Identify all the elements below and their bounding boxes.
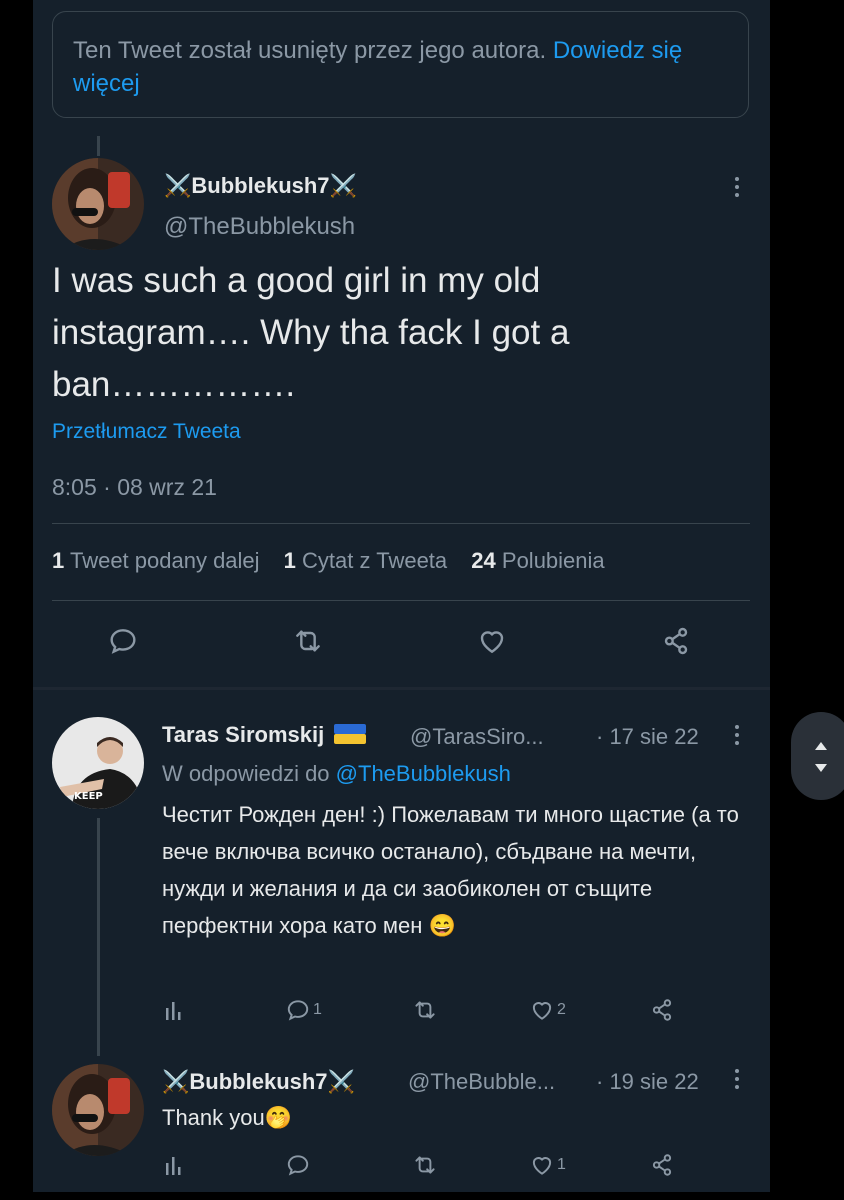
retweet-button[interactable]	[290, 625, 326, 662]
replying-to: W odpowiedzi do @TheBubblekush	[162, 761, 511, 786]
avatar[interactable]: KEEP	[52, 717, 144, 809]
divider	[52, 523, 750, 524]
ukraine-flag-icon	[334, 724, 367, 744]
grinning-emoji: 😄	[428, 913, 456, 938]
share-icon	[664, 627, 688, 655]
share-icon	[652, 1154, 672, 1176]
tweet-thread-screen: Ten Tweet został usunięty przez jego aut…	[33, 0, 770, 1192]
crossed-swords-icon: ⚔️	[327, 1069, 355, 1094]
share-button[interactable]	[660, 625, 692, 662]
heart-icon	[480, 631, 504, 654]
reply-button[interactable]: 1	[285, 997, 322, 1023]
reply-time[interactable]: · 19 sie 22	[596, 1069, 699, 1095]
retweet-button[interactable]	[411, 1152, 439, 1178]
share-button[interactable]	[649, 997, 675, 1023]
analytics-icon	[166, 1002, 181, 1020]
crossed-swords-icon: ⚔️	[164, 173, 192, 198]
likes-stat[interactable]: 24 Polubienia	[471, 548, 604, 573]
avatar[interactable]	[52, 158, 144, 250]
share-button[interactable]	[649, 1152, 675, 1178]
svg-text:KEEP: KEEP	[74, 791, 103, 802]
reply-text: Честит Рожден ден! :) Пожелавам ти много…	[162, 802, 739, 938]
reply-icon	[110, 629, 136, 654]
heart-icon	[532, 1002, 552, 1020]
reply-button[interactable]	[107, 625, 139, 662]
more-options-icon[interactable]	[734, 1069, 740, 1091]
analytics-button[interactable]	[164, 1153, 186, 1177]
reply-author-name[interactable]: ⚔️Bubblekush7⚔️	[162, 1069, 355, 1095]
deleted-notice-text: Ten Tweet został usunięty przez jego aut…	[73, 37, 547, 64]
replying-to-handle-link[interactable]: @TheBubblekush	[336, 761, 511, 786]
reply-author-handle[interactable]: @TarasSiro...	[410, 724, 544, 750]
scroll-down-icon	[815, 764, 827, 772]
translate-tweet-link[interactable]: Przetłumacz Tweeta	[52, 420, 241, 444]
retweet-icon	[415, 1001, 435, 1019]
like-button[interactable]: 2	[529, 997, 566, 1023]
share-icon	[652, 999, 672, 1021]
thread-connector	[97, 818, 100, 1056]
reply-button[interactable]	[285, 1152, 313, 1178]
avatar[interactable]	[52, 1064, 144, 1156]
author-handle[interactable]: @TheBubblekush	[164, 213, 355, 241]
reply-icon	[287, 1000, 309, 1021]
deleted-tweet-notice: Ten Tweet został usunięty przez jego aut…	[52, 11, 749, 118]
more-options-icon[interactable]	[734, 177, 740, 199]
divider	[52, 600, 750, 601]
quotes-stat[interactable]: 1 Cytat z Tweeta	[284, 548, 447, 573]
reply-text: Thank you🤭	[162, 1105, 293, 1130]
reply-count: 1	[313, 1001, 322, 1018]
thread-connector	[97, 136, 100, 156]
retweets-stat[interactable]: 1 Tweet podany dalej	[52, 548, 260, 573]
author-name[interactable]: ⚔️Bubblekush7⚔️	[164, 173, 357, 199]
scroll-up-icon	[815, 742, 827, 750]
section-separator	[33, 687, 770, 690]
hand-over-mouth-emoji: 🤭	[264, 1105, 293, 1130]
reply-icon	[287, 1155, 309, 1176]
like-count: 2	[557, 1001, 566, 1018]
tweet-timestamp[interactable]: 8:05 · 08 wrz 21	[52, 474, 217, 501]
tweet-text: I was such a good girl in my old instagr…	[52, 261, 570, 404]
like-button[interactable]: 1	[529, 1152, 566, 1178]
retweet-button[interactable]	[411, 997, 439, 1023]
scroll-control[interactable]	[791, 712, 844, 800]
like-button[interactable]	[475, 625, 509, 662]
heart-icon	[532, 1157, 552, 1175]
like-count: 1	[557, 1156, 566, 1173]
crossed-swords-icon: ⚔️	[329, 173, 357, 198]
analytics-icon	[166, 1157, 181, 1175]
reply-author-handle[interactable]: @TheBubble...	[408, 1069, 555, 1095]
analytics-button[interactable]	[164, 998, 186, 1022]
reply-author-name[interactable]: Taras Siromskij	[162, 722, 367, 748]
retweet-icon	[415, 1156, 435, 1174]
reply-time[interactable]: · 17 sie 22	[596, 724, 699, 750]
crossed-swords-icon: ⚔️	[162, 1069, 190, 1094]
more-options-icon[interactable]	[734, 725, 740, 747]
retweet-icon	[296, 630, 320, 652]
tweet-stats: 1 Tweet podany dalej 1 Cytat z Tweeta 24…	[52, 548, 623, 574]
